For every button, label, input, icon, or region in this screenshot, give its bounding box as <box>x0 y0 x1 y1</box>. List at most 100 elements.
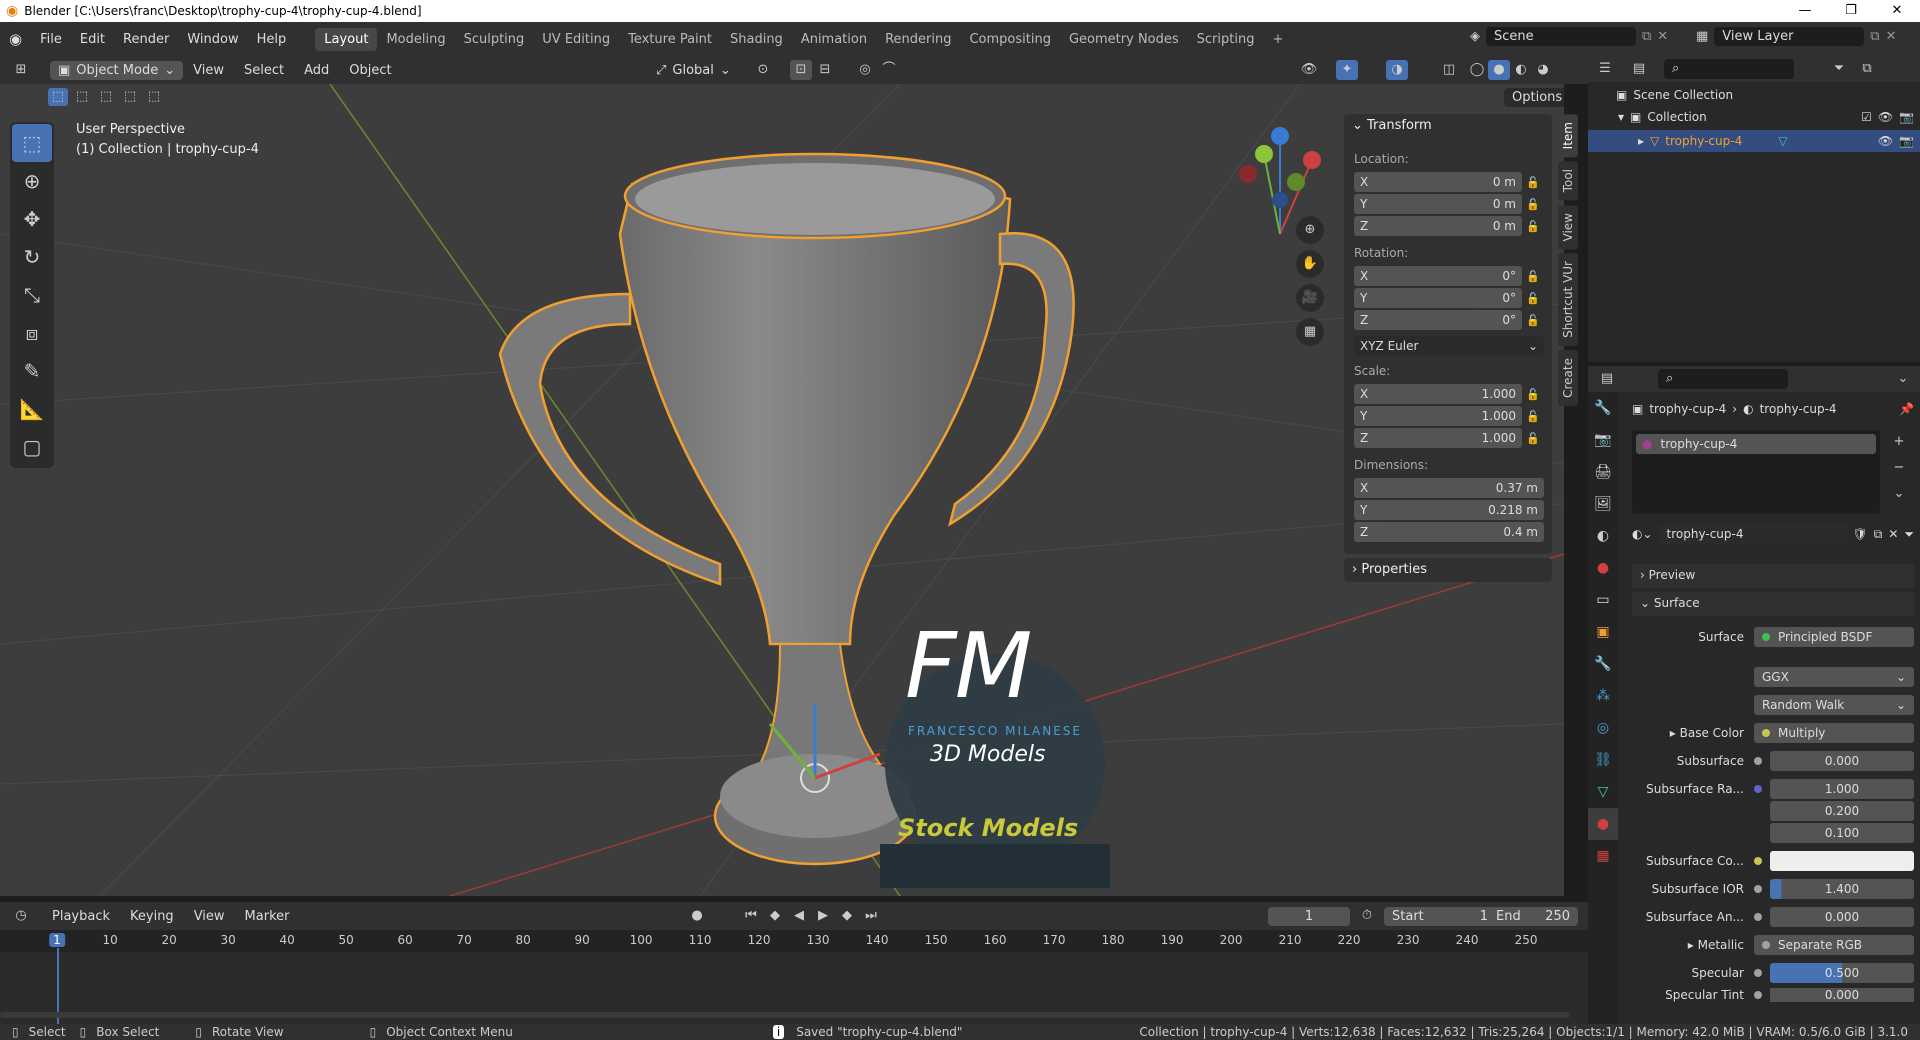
menu-object[interactable]: Object <box>339 63 401 78</box>
chevron-down-icon[interactable]: ▾ <box>1618 110 1624 124</box>
end-frame-field[interactable]: End 250 <box>1488 906 1578 926</box>
menu-add[interactable]: Add <box>294 63 339 78</box>
texture-tab-icon[interactable]: ▦ <box>1588 840 1618 872</box>
menu-window[interactable]: Window <box>178 32 247 47</box>
current-frame-field[interactable]: 1 <box>1268 906 1350 926</box>
lock-icon[interactable]: 🔓 <box>1522 220 1544 233</box>
menu-marker[interactable]: Marker <box>245 909 290 924</box>
view-layer-icon[interactable]: ▦ <box>1696 29 1708 44</box>
distribution-dropdown[interactable]: GGX ⌄ <box>1754 667 1914 687</box>
dimensions-z-field[interactable]: Z 0.4 m <box>1354 522 1544 542</box>
tab-shading[interactable]: Shading <box>721 28 792 51</box>
add-workspace-icon[interactable]: + <box>1263 28 1292 51</box>
jump-start-icon[interactable]: ⏮ <box>740 906 762 926</box>
rotate-tool-icon[interactable]: ↻ <box>12 238 52 276</box>
specular-tint-field[interactable]: 0.000 <box>1770 988 1914 1002</box>
filter-icon[interactable]: ⏷ <box>1904 527 1914 542</box>
material-slot-list[interactable]: ● trophy-cup-4 <box>1632 430 1880 514</box>
render-shading-icon[interactable]: ◕ <box>1532 60 1554 80</box>
menu-keying[interactable]: Keying <box>130 909 174 924</box>
outliner-collection[interactable]: ▾ ▣ Collection ☑ 👁 📷 <box>1618 110 1914 124</box>
select-intersect-icon[interactable]: ⬚ <box>144 88 164 106</box>
particles-tab-icon[interactable]: ⁂ <box>1588 680 1618 712</box>
view-layer-copy-icon[interactable]: ⧉ <box>1870 29 1879 44</box>
scene-tab-icon[interactable]: ◐ <box>1588 520 1618 552</box>
rotation-y-field[interactable]: Y 0° <box>1354 288 1522 308</box>
play-icon[interactable]: ▶ <box>812 906 834 926</box>
outliner-object-row[interactable]: ▸ ▽ trophy-cup-4 ▽ 👁 📷 <box>1588 130 1920 152</box>
menu-view[interactable]: View <box>183 63 234 78</box>
orientation-dropdown[interactable]: ⤢ Global ⌄ <box>656 63 731 78</box>
proportional-edit-icon[interactable]: ◎ <box>854 60 876 80</box>
tab-geometry-nodes[interactable]: Geometry Nodes <box>1060 28 1188 51</box>
options-button[interactable]: Options <box>1504 88 1564 107</box>
material-name-field[interactable]: trophy-cup-4 <box>1658 524 1847 544</box>
ortho-grid-icon[interactable]: ▦ <box>1296 318 1324 346</box>
menu-help[interactable]: Help <box>248 32 296 47</box>
tab-shortcut-vur[interactable]: Shortcut VUr <box>1558 253 1578 346</box>
cursor-tool-icon[interactable]: ⊕ <box>12 162 52 200</box>
3d-viewport[interactable]: FM FRANCESCO MILANESE 3D Models Stock Mo… <box>0 84 1564 896</box>
play-reverse-icon[interactable]: ◀ <box>788 906 810 926</box>
transform-tool-icon[interactable]: ⧈ <box>12 314 52 352</box>
menu-timeline-view[interactable]: View <box>194 909 225 924</box>
blender-menu-icon[interactable]: ◉ <box>0 30 31 48</box>
properties-editor-icon[interactable]: ▤ <box>1596 369 1618 389</box>
jump-end-icon[interactable]: ⏭ <box>860 906 882 926</box>
select-subtract-icon[interactable]: ⬚ <box>96 88 116 106</box>
dimensions-x-field[interactable]: X 0.37 m <box>1354 478 1544 498</box>
subsurface-radius-x-field[interactable]: 1.000 <box>1770 779 1914 799</box>
dimensions-y-field[interactable]: Y 0.218 m <box>1354 500 1544 520</box>
properties-search-input[interactable]: ⌕ <box>1658 369 1788 389</box>
specular-field[interactable]: 0.500 <box>1770 963 1914 983</box>
surface-shader-field[interactable]: Principled BSDF <box>1754 627 1914 647</box>
surface-panel-header[interactable]: ⌄ Surface <box>1632 592 1914 616</box>
menu-file[interactable]: File <box>31 32 71 47</box>
lock-icon[interactable]: 🔓 <box>1522 432 1544 445</box>
scale-z-field[interactable]: Z 1.000 <box>1354 428 1522 448</box>
pin-icon[interactable]: 📌 <box>1899 402 1914 416</box>
object-tab-icon[interactable]: ▣ <box>1588 616 1618 648</box>
preview-panel-header[interactable]: › Preview <box>1632 564 1914 588</box>
stopwatch-icon[interactable]: ⏱ <box>1356 906 1378 926</box>
tab-scripting[interactable]: Scripting <box>1188 28 1264 51</box>
rotation-mode-dropdown[interactable]: XYZ Euler ⌄ <box>1354 336 1544 356</box>
lock-icon[interactable]: 🔓 <box>1522 292 1544 305</box>
subsurface-color-swatch[interactable] <box>1770 851 1914 871</box>
gizmo-icon[interactable]: ✦ <box>1336 60 1358 80</box>
scene-copy-icon[interactable]: ⧉ <box>1642 29 1651 44</box>
scene-field[interactable]: Scene <box>1486 27 1636 46</box>
eye-icon[interactable]: 👁 <box>1878 110 1893 124</box>
chevron-down-icon[interactable]: ⌄ <box>1892 369 1914 389</box>
wireframe-shading-icon[interactable]: ◯ <box>1466 60 1488 80</box>
tab-compositing[interactable]: Compositing <box>960 28 1060 51</box>
select-box-tool-icon[interactable]: ⬚ <box>12 124 52 162</box>
new-collection-icon[interactable]: ⧉ <box>1856 59 1878 79</box>
fake-user-icon[interactable]: 🛡 <box>1853 527 1868 541</box>
zoom-icon[interactable]: ⊕ <box>1296 216 1324 244</box>
next-keyframe-icon[interactable]: ◆ <box>836 906 858 926</box>
subsurface-anisotropy-field[interactable]: 0.000 <box>1770 907 1914 927</box>
visibility-icon[interactable]: 👁 <box>1298 60 1320 80</box>
eye-icon[interactable]: 👁 <box>1878 134 1893 148</box>
tab-modeling[interactable]: Modeling <box>377 28 454 51</box>
tab-animation[interactable]: Animation <box>792 28 876 51</box>
outliner-search-input[interactable]: ⌕ <box>1664 59 1794 79</box>
base-color-field[interactable]: Multiply <box>1754 723 1914 743</box>
menu-edit[interactable]: Edit <box>71 32 114 47</box>
rotation-x-field[interactable]: X 0° <box>1354 266 1522 286</box>
falloff-icon[interactable]: ⌒ <box>878 60 900 80</box>
subsurface-field[interactable]: 0.000 <box>1770 751 1914 771</box>
snap-target-icon[interactable]: ⊟ <box>814 60 836 80</box>
view-layer-field[interactable]: View Layer <box>1714 27 1865 46</box>
world-tab-icon[interactable]: ● <box>1588 552 1618 584</box>
add-slot-icon[interactable]: + <box>1888 432 1910 452</box>
rotation-z-field[interactable]: Z 0° <box>1354 310 1522 330</box>
tab-uv-editing[interactable]: UV Editing <box>533 28 619 51</box>
render-tab-icon[interactable]: 📷 <box>1588 424 1618 456</box>
pivot-icon[interactable]: ⊙ <box>752 60 774 80</box>
outliner-scene-collection[interactable]: ▣ Scene Collection <box>1616 88 1733 102</box>
start-frame-field[interactable]: Start 1 <box>1384 906 1496 926</box>
subsurface-radius-z-field[interactable]: 0.100 <box>1770 823 1914 843</box>
solid-shading-icon[interactable]: ● <box>1488 60 1510 80</box>
